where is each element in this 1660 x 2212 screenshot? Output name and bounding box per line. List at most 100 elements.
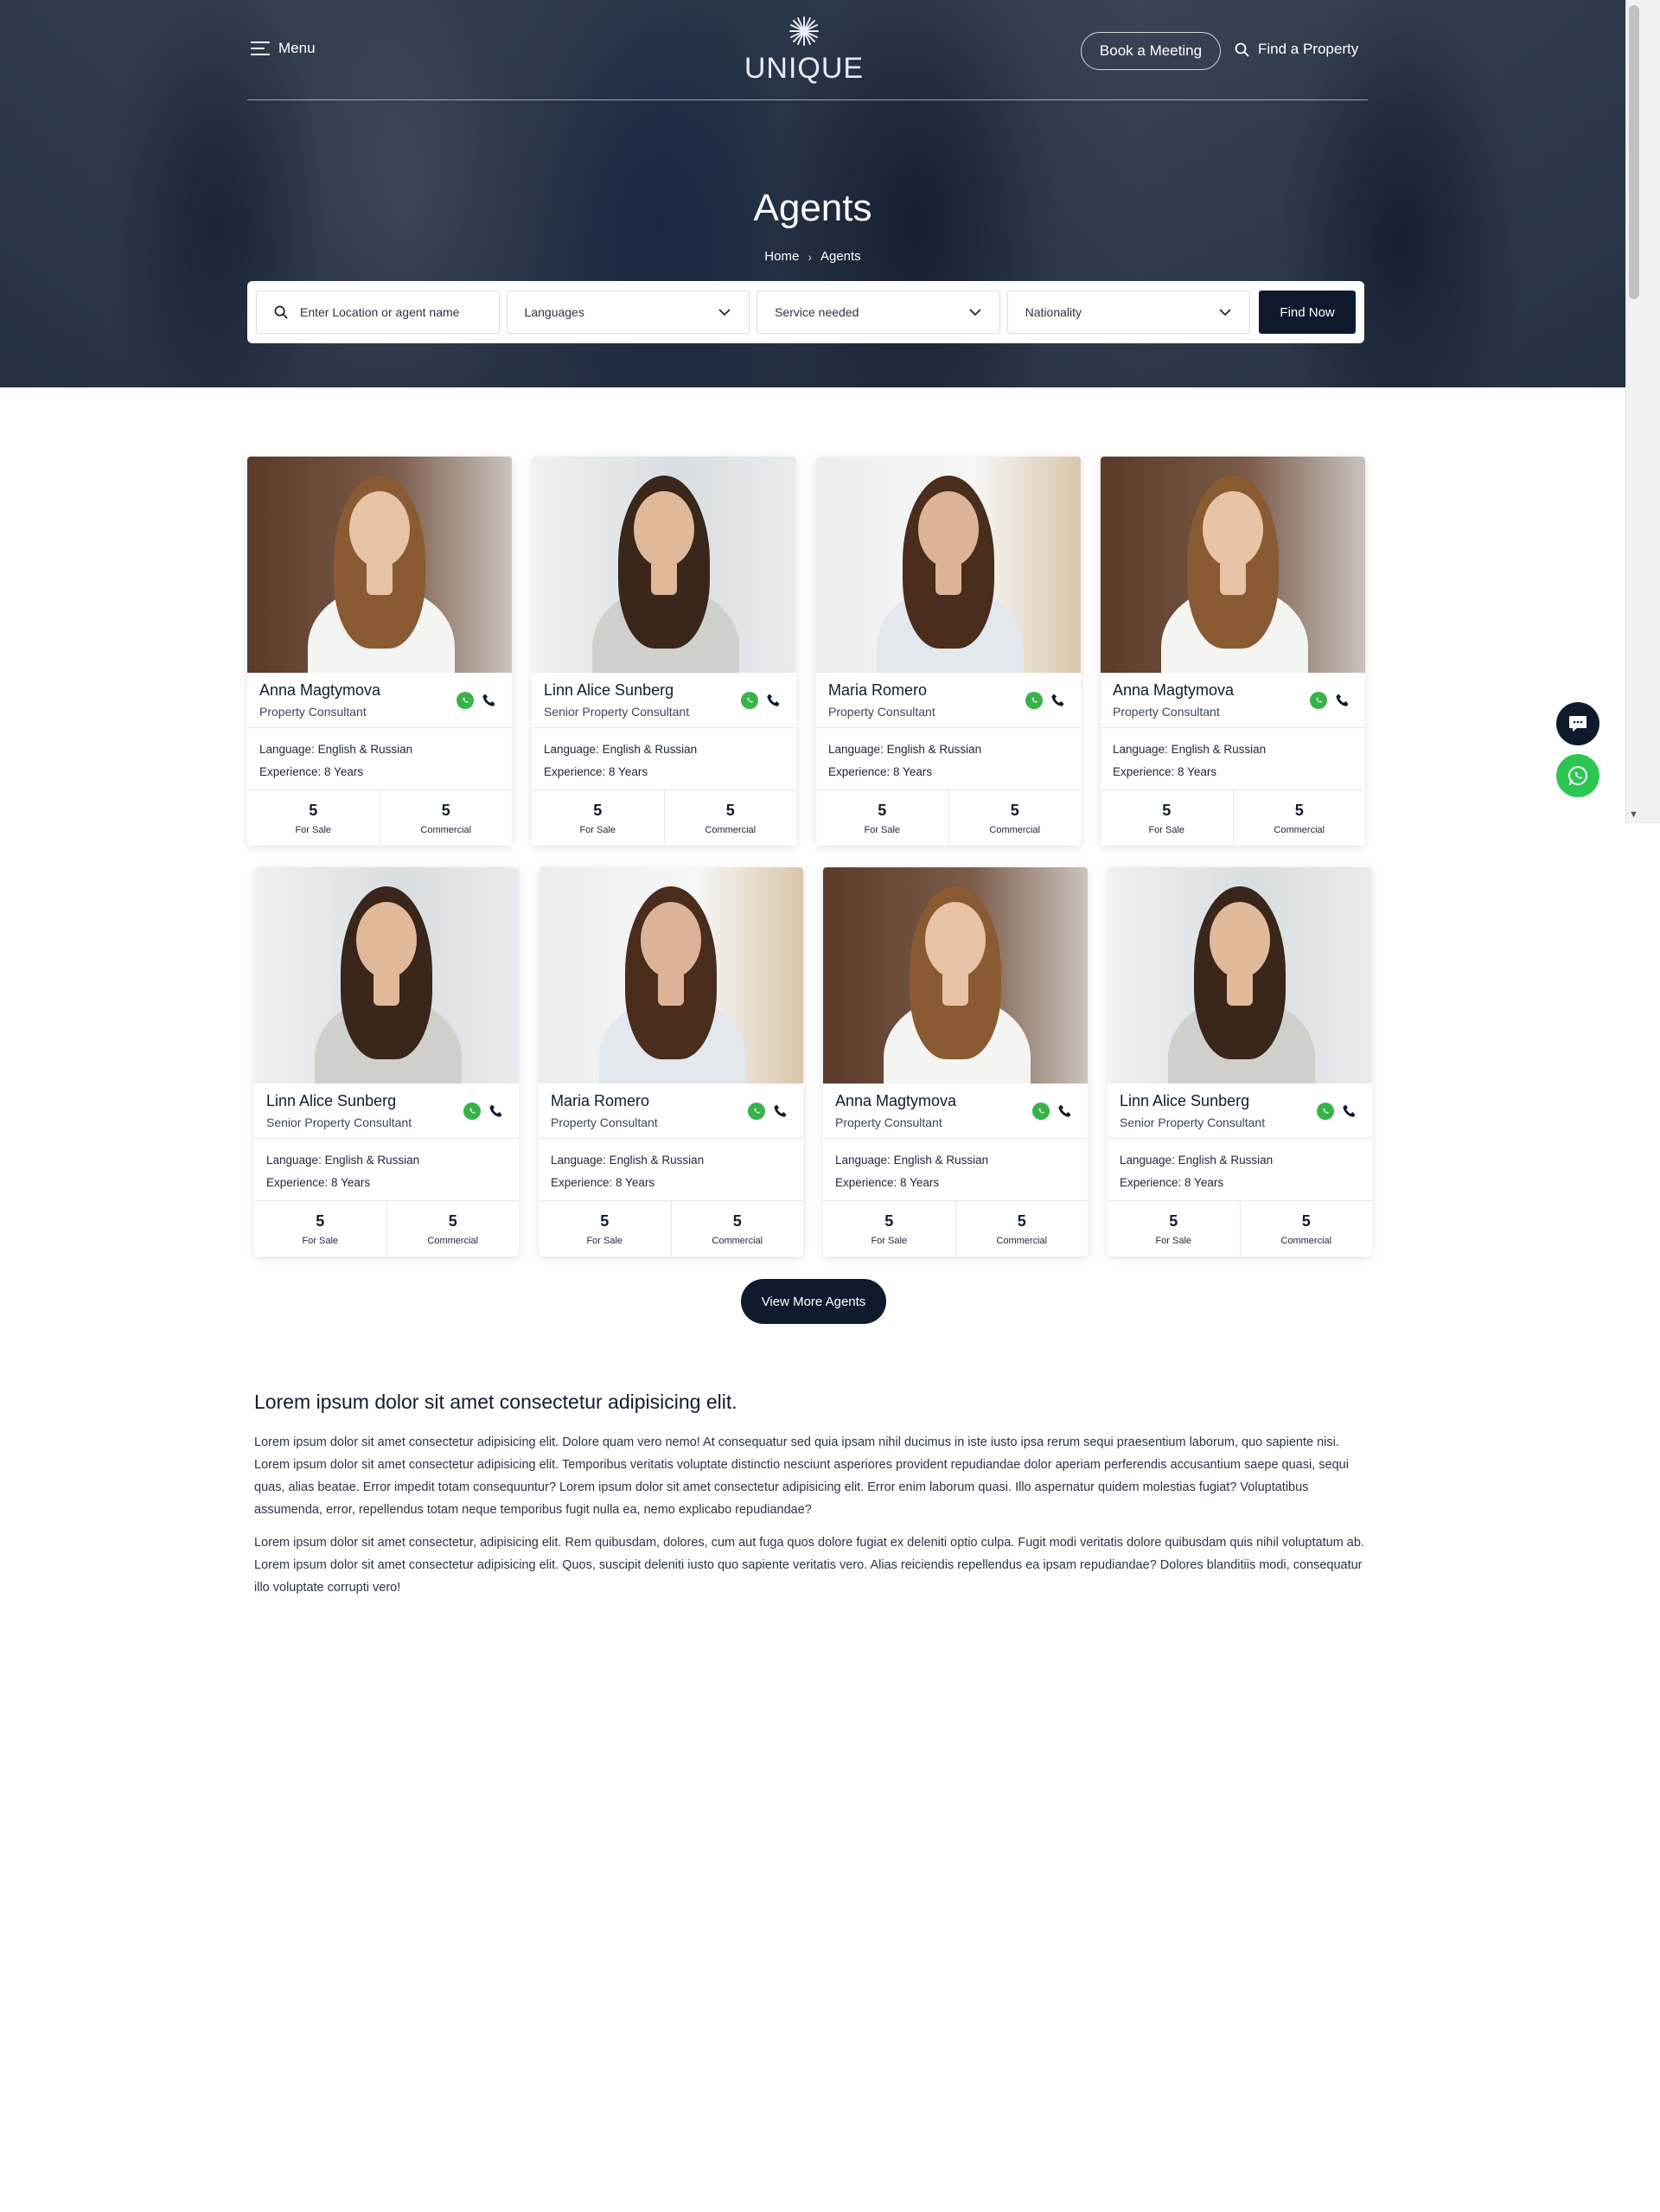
for-sale-label: For Sale [864,824,901,835]
agent-info: Linn Alice Sunberg Senior Property Consu… [254,1084,519,1139]
for-sale-stat[interactable]: 5 For Sale [254,1201,386,1256]
agent-contacts [1025,692,1067,709]
whatsapp-icon[interactable] [1025,692,1043,709]
phone-icon[interactable] [1057,1103,1074,1120]
agent-card[interactable]: Anna Magtymova Property Consultant Langu… [1101,457,1365,846]
agent-info: Linn Alice Sunberg Senior Property Consu… [532,673,796,728]
agent-info: Anna Magtymova Property Consultant [1101,673,1365,728]
agent-card[interactable]: Anna Magtymova Property Consultant Langu… [823,867,1088,1256]
agent-card[interactable]: Linn Alice Sunberg Senior Property Consu… [1108,867,1372,1256]
search-input[interactable]: Enter Location or agent name [256,291,500,334]
commercial-stat[interactable]: 5 Commercial [1239,1201,1373,1256]
find-property-label: Find a Property [1258,41,1359,57]
languages-select[interactable]: Languages [506,291,750,334]
view-more-agents-button[interactable]: View More Agents [741,1279,886,1324]
agent-photo[interactable] [247,457,512,673]
phone-icon[interactable] [1341,1103,1358,1120]
service-select[interactable]: Service needed [757,291,1000,334]
chat-button[interactable] [1556,702,1599,745]
breadcrumb-home[interactable]: Home [764,249,799,264]
for-sale-stat[interactable]: 5 For Sale [247,790,380,846]
agent-experience: Experience: 8 Years [551,1176,655,1189]
whatsapp-icon[interactable] [1032,1103,1050,1120]
agent-stats: 5 For Sale 5 Commercial [1101,790,1365,846]
agent-details: Language: English & Russian Experience: … [1101,728,1365,790]
agent-details: Language: English & Russian Experience: … [247,728,512,790]
for-sale-stat[interactable]: 5 For Sale [816,790,948,846]
agent-language: Language: English & Russian [1120,1154,1274,1167]
nationality-select[interactable]: Nationality [1006,291,1251,334]
commercial-stat[interactable]: 5 Commercial [663,790,797,846]
agent-card[interactable]: Anna Magtymova Property Consultant Langu… [247,457,512,846]
agent-photo[interactable] [539,867,803,1084]
whatsapp-float-button[interactable] [1556,754,1599,797]
whatsapp-icon[interactable] [1317,1103,1334,1120]
menu-button[interactable]: Menu [251,40,316,57]
agent-language: Language: English & Russian [259,743,413,756]
agent-language: Language: English & Russian [835,1154,989,1167]
agent-photo[interactable] [823,867,1088,1084]
agent-experience: Experience: 8 Years [828,765,933,778]
agent-card[interactable]: Linn Alice Sunberg Senior Property Consu… [254,867,519,1256]
agent-photo[interactable] [1108,867,1372,1084]
phone-icon[interactable] [1050,692,1067,709]
commercial-stat[interactable]: 5 Commercial [379,790,513,846]
agent-experience: Experience: 8 Years [835,1176,940,1189]
agent-photo[interactable] [816,457,1081,673]
agent-contacts [748,1103,789,1120]
for-sale-stat[interactable]: 5 For Sale [532,790,664,846]
menu-label: Menu [278,40,316,56]
for-sale-stat[interactable]: 5 For Sale [539,1201,671,1256]
commercial-stat[interactable]: 5 Commercial [670,1201,804,1256]
phone-icon[interactable] [481,692,498,709]
for-sale-stat[interactable]: 5 For Sale [823,1201,955,1256]
for-sale-count: 5 [593,801,603,819]
agent-photo[interactable] [532,457,796,673]
whatsapp-icon[interactable] [463,1103,481,1120]
for-sale-label: For Sale [1155,1235,1192,1246]
commercial-label: Commercial [420,824,472,835]
commercial-stat[interactable]: 5 Commercial [1232,790,1366,846]
agent-stats: 5 For Sale 5 Commercial [247,790,512,846]
languages-label: Languages [524,305,584,319]
content-paragraph: Lorem ipsum dolor sit amet consectetur, … [254,1536,1364,1595]
breadcrumb: Home › Agents [0,249,1625,264]
scrollbar-thumb[interactable] [1629,5,1639,299]
for-sale-stat[interactable]: 5 For Sale [1101,790,1233,846]
agent-details: Language: English & Russian Experience: … [1108,1139,1372,1201]
book-meeting-button[interactable]: Book a Meeting [1081,32,1221,70]
commercial-count: 5 [1010,801,1019,819]
phone-icon[interactable] [772,1103,789,1120]
whatsapp-icon[interactable] [748,1103,765,1120]
agent-contacts [463,1103,505,1120]
site-logo[interactable]: UNIQUE [744,14,865,86]
commercial-stat[interactable]: 5 Commercial [954,1201,1089,1256]
search-icon [1235,42,1249,56]
commercial-stat[interactable]: 5 Commercial [948,790,1082,846]
agent-experience: Experience: 8 Years [259,765,364,778]
whatsapp-icon[interactable] [1310,692,1327,709]
agent-card[interactable]: Linn Alice Sunberg Senior Property Consu… [532,457,796,846]
whatsapp-icon[interactable] [456,692,474,709]
commercial-stat[interactable]: 5 Commercial [386,1201,520,1256]
find-property-link[interactable]: Find a Property [1235,41,1358,58]
commercial-count: 5 [725,801,735,819]
commercial-label: Commercial [712,1235,763,1246]
chevron-down-icon [969,309,981,316]
agent-card[interactable]: Maria Romero Property Consultant Languag… [539,867,803,1256]
for-sale-label: For Sale [579,824,616,835]
logo-text: UNIQUE [744,52,865,85]
scroll-down-icon[interactable]: ▼ [1629,809,1638,820]
phone-icon[interactable] [488,1103,505,1120]
find-now-button[interactable]: Find Now [1259,291,1356,334]
for-sale-label: For Sale [871,1235,908,1246]
phone-icon[interactable] [765,692,782,709]
agent-photo[interactable] [1101,457,1365,673]
phone-icon[interactable] [1334,692,1351,709]
agent-card[interactable]: Maria Romero Property Consultant Languag… [816,457,1081,846]
for-sale-stat[interactable]: 5 For Sale [1108,1201,1240,1256]
agent-photo[interactable] [254,867,519,1084]
whatsapp-icon[interactable] [741,692,758,709]
agent-details: Language: English & Russian Experience: … [539,1139,803,1201]
agent-language: Language: English & Russian [544,743,698,756]
